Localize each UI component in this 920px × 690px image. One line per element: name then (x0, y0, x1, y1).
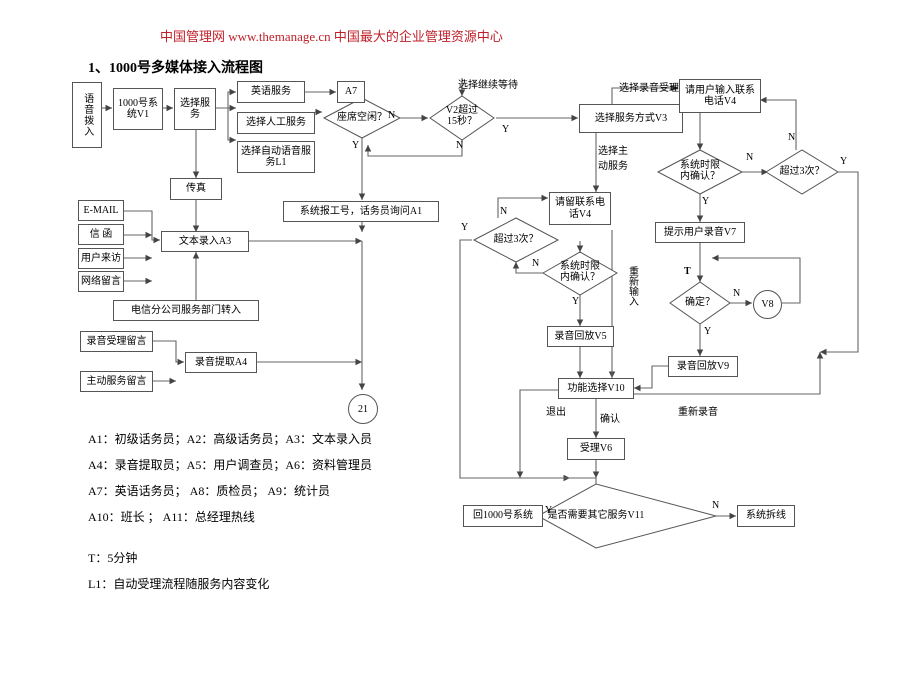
decision-need-other-v11: 是否需要其它服务V11 (547, 510, 645, 521)
node-service-mode-v3: 选择服务方式V3 (579, 104, 683, 133)
node-visit: 用户来访 (78, 248, 124, 269)
legend-line-2: A4：录音提取员；A5：用户调查员；A6：资料管理员 (88, 458, 372, 472)
label-reinput: 重新输入 (626, 266, 638, 306)
node-leave-phone-v4: 请留联系电话V4 (549, 192, 611, 225)
node-a7: A7 (337, 81, 365, 103)
decision-over-3-right: 超过3次？ (779, 166, 825, 177)
node-letter: 信 函 (78, 224, 124, 245)
node-sys-report: 系统报工号，话务员询问A1 (283, 201, 439, 222)
decision-v2-line1: V2超过 (445, 105, 479, 116)
label-n-v2: N (456, 140, 464, 151)
node-manual-service: 选择人工服务 (237, 112, 315, 134)
label-n-over3-right: N (788, 132, 796, 143)
junction-21: 21 (348, 394, 378, 424)
flowchart-page: 中国管理网 www.themanage.cn 中国最大的企业管理资源中心 1、1… (0, 0, 920, 690)
node-replay-v5: 录音回放V5 (547, 326, 614, 347)
decision-confirm: 确定？ (685, 297, 715, 308)
decision-over-3-left: 超过3次？ (493, 234, 539, 245)
site-banner: 中国管理网 www.themanage.cn 中国最大的企业管理资源中心 (160, 29, 503, 44)
label-y-seat-free: Y (352, 140, 360, 151)
decision-v2-line2: 15秒？ (447, 116, 477, 128)
label-y-over3-right: Y (840, 156, 848, 167)
node-prompt-record-v7: 提示用户录音V7 (655, 222, 745, 243)
legend-line-4: A10：班长 ； A11：总经理热线 (88, 510, 255, 524)
decision-sys-confirm-left-line1: 系统时限 (560, 261, 600, 272)
label-y-over3-left: Y (461, 222, 469, 233)
label-y-confirm: Y (704, 326, 712, 337)
node-email: E-MAIL (78, 200, 124, 221)
label-rerecord: 重新录音 (678, 407, 718, 418)
node-sys-disconnect: 系统拆线 (737, 505, 795, 527)
label-choose-active-line1: 选择主 (598, 146, 628, 157)
label-y-sys-confirm-right: Y (702, 196, 710, 207)
node-func-select-v10: 功能选择V10 (558, 378, 634, 399)
node-voice-in: 语音拨入 (72, 82, 102, 148)
node-english-service: 英语服务 (237, 81, 305, 103)
label-t-five: T (684, 266, 691, 277)
node-fax: 传真 (170, 178, 222, 200)
label-confirm: 确认 (600, 414, 620, 425)
decision-v2-over-15s: V2超过 15秒？ (434, 105, 490, 127)
page-title: 1、1000号多媒体接入流程图 (88, 61, 263, 76)
label-y-v11: Y (545, 505, 553, 516)
label-n-sys-confirm-right: N (746, 152, 754, 163)
node-sys-v1: 1000号系统V1 (113, 88, 163, 130)
node-auto-service: 选择自动语音服务L1 (237, 141, 315, 173)
node-text-entry: 文本录入A3 (161, 231, 249, 252)
label-choose-recording: 选择录音受理 (619, 83, 679, 94)
node-input-phone-v4: 请用户输入联系电话V4 (679, 79, 761, 113)
label-choose-active: 选择主 动服务 (598, 142, 628, 172)
decision-sys-confirm-right: 系统时限 内确认？ (672, 160, 728, 182)
node-active-service-msg: 主动服务留言 (80, 371, 153, 392)
legend-line-1: A1：初级话务员；A2：高级话务员；A3：文本录入员 (88, 432, 372, 446)
node-webmsg: 网络留言 (78, 271, 124, 292)
label-n-seat-free: N (388, 110, 396, 121)
decision-sys-confirm-right-line2: 内确认？ (680, 171, 720, 183)
node-telecom-branch: 电信分公司服务部门转入 (113, 300, 259, 321)
node-choose-service: 选择服务 (174, 88, 216, 130)
label-choose-active-line2: 动服务 (598, 161, 628, 172)
label-n-v11: N (712, 500, 720, 511)
decision-sys-confirm-right-line1: 系统时限 (680, 160, 720, 171)
label-y-sys-confirm-left: Y (572, 296, 580, 307)
legend-line-3: A7：英语话务员； A8：质检员； A9：统计员 (88, 484, 330, 498)
node-replay-v9: 录音回放V9 (668, 356, 738, 377)
node-rec-extract: 录音提取A4 (185, 352, 257, 373)
label-continue-wait: 选择继续等待 (458, 80, 518, 91)
node-back-1000: 回1000号系统 (463, 505, 543, 527)
decision-sys-confirm-left-line2: 内确认？ (560, 272, 600, 284)
decision-sys-confirm-left: 系统时限 内确认？ (552, 261, 608, 283)
label-n-sys-confirm-left: N (532, 258, 540, 269)
junction-v8: V8 (753, 290, 782, 319)
label-exit: 退出 (546, 407, 566, 418)
label-n-over3-left: N (500, 206, 508, 217)
legend-line-6: L1：自动受理流程随服务内容变化 (88, 577, 270, 591)
decision-seat-free: 座席空闲？ (337, 112, 387, 123)
legend-line-5: T：5分钟 (88, 551, 138, 565)
node-rec-accept-msg: 录音受理留言 (80, 331, 153, 352)
label-n-confirm: N (733, 288, 741, 299)
label-y-v2: Y (502, 124, 510, 135)
node-accept-v6: 受理V6 (567, 438, 625, 460)
